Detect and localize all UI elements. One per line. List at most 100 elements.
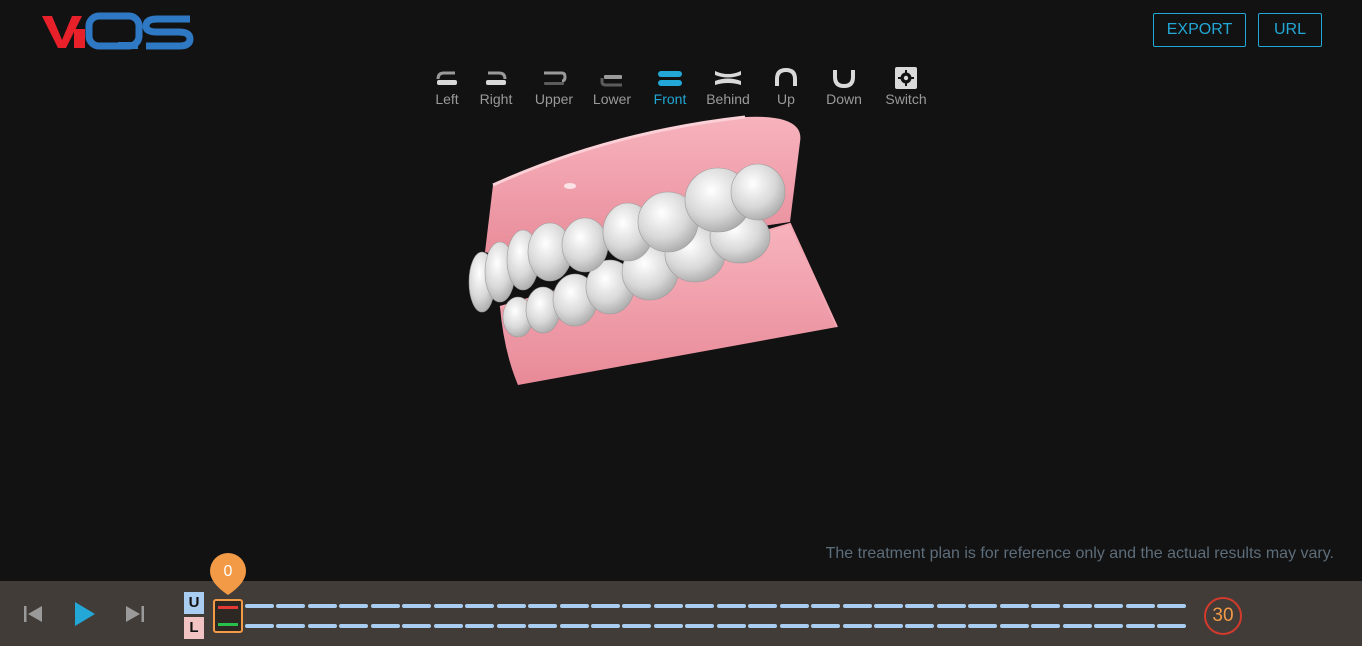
stage-segment[interactable] bbox=[433, 624, 463, 628]
stage-segment[interactable] bbox=[653, 624, 683, 628]
stage-segment[interactable] bbox=[1125, 604, 1155, 608]
stage-segment[interactable] bbox=[968, 604, 998, 608]
view-down-button[interactable]: Down bbox=[815, 66, 873, 112]
stage-segment[interactable] bbox=[245, 624, 274, 628]
stage-segment[interactable] bbox=[811, 604, 841, 608]
view-upper-label: Upper bbox=[534, 91, 574, 107]
stage-segment[interactable] bbox=[936, 604, 966, 608]
stage-segment[interactable] bbox=[1157, 604, 1186, 608]
upper-view-icon bbox=[540, 66, 568, 90]
stage-segment[interactable] bbox=[528, 604, 558, 608]
stage-segment[interactable] bbox=[1094, 604, 1124, 608]
stage-segment[interactable] bbox=[842, 624, 872, 628]
next-stage-button[interactable] bbox=[121, 599, 149, 629]
stage-segment[interactable] bbox=[874, 624, 903, 628]
stage-segment[interactable] bbox=[496, 604, 526, 608]
view-switch-button[interactable]: Switch bbox=[873, 66, 939, 112]
current-stage-marker[interactable] bbox=[213, 599, 243, 633]
stage-segment[interactable] bbox=[496, 624, 526, 628]
vios-logo bbox=[42, 12, 194, 50]
stage-segment[interactable] bbox=[276, 624, 306, 628]
stage-segment[interactable] bbox=[559, 624, 589, 628]
stage-segment[interactable] bbox=[307, 624, 337, 628]
left-view-icon bbox=[433, 66, 461, 90]
stage-segment[interactable] bbox=[370, 604, 400, 608]
view-behind-label: Behind bbox=[706, 91, 750, 107]
stage-segment[interactable] bbox=[1031, 604, 1061, 608]
stage-segment[interactable] bbox=[1125, 624, 1155, 628]
stage-segment[interactable] bbox=[1157, 624, 1186, 628]
right-view-icon bbox=[482, 66, 510, 90]
down-view-icon bbox=[830, 66, 858, 90]
stage-segment[interactable] bbox=[779, 624, 809, 628]
lower-stage-track[interactable] bbox=[245, 624, 1188, 628]
export-button[interactable]: EXPORT bbox=[1153, 13, 1246, 47]
lower-stage-indicator bbox=[218, 623, 238, 626]
behind-view-icon bbox=[714, 66, 742, 90]
stage-segment[interactable] bbox=[245, 604, 274, 608]
stage-segment[interactable] bbox=[433, 604, 463, 608]
stage-segment[interactable] bbox=[465, 624, 495, 628]
stage-segment[interactable] bbox=[716, 624, 746, 628]
view-front-label: Front bbox=[653, 91, 687, 107]
stage-segment[interactable] bbox=[276, 604, 306, 608]
stage-segment[interactable] bbox=[339, 604, 369, 608]
stage-segment[interactable] bbox=[370, 624, 400, 628]
stage-segment[interactable] bbox=[528, 624, 558, 628]
stage-segment[interactable] bbox=[999, 624, 1029, 628]
upper-jaw-label: U bbox=[184, 592, 204, 614]
stage-segment[interactable] bbox=[936, 624, 966, 628]
stage-segment[interactable] bbox=[748, 604, 778, 608]
view-lower-button[interactable]: Lower bbox=[583, 66, 641, 112]
skip-back-icon bbox=[24, 606, 42, 622]
stage-segment[interactable] bbox=[685, 604, 715, 608]
stage-segment[interactable] bbox=[402, 604, 432, 608]
stage-segment[interactable] bbox=[622, 624, 652, 628]
stage-segment[interactable] bbox=[339, 624, 369, 628]
stage-segment[interactable] bbox=[1062, 624, 1092, 628]
previous-stage-button[interactable] bbox=[19, 599, 47, 629]
total-stages-badge[interactable]: 30 bbox=[1204, 597, 1242, 635]
stage-segment[interactable] bbox=[811, 624, 841, 628]
stage-segment[interactable] bbox=[1062, 604, 1092, 608]
view-up-label: Up bbox=[777, 91, 795, 107]
stage-segment[interactable] bbox=[999, 604, 1029, 608]
view-right-button[interactable]: Right bbox=[467, 66, 525, 112]
view-behind-button[interactable]: Behind bbox=[699, 66, 757, 112]
stage-segment[interactable] bbox=[590, 604, 620, 608]
view-up-button[interactable]: Up bbox=[757, 66, 815, 112]
stage-segment[interactable] bbox=[905, 604, 935, 608]
play-button[interactable] bbox=[70, 599, 98, 629]
stage-segment[interactable] bbox=[559, 604, 589, 608]
view-upper-button[interactable]: Upper bbox=[525, 66, 583, 112]
stage-segment[interactable] bbox=[842, 604, 872, 608]
stage-segment[interactable] bbox=[622, 604, 652, 608]
stage-segment[interactable] bbox=[905, 624, 935, 628]
stage-segment[interactable] bbox=[685, 624, 715, 628]
view-front-button[interactable]: Front bbox=[641, 66, 699, 112]
stage-segment[interactable] bbox=[716, 604, 746, 608]
stage-segment[interactable] bbox=[307, 604, 337, 608]
stage-segment[interactable] bbox=[590, 624, 620, 628]
dental-model-viewport[interactable] bbox=[460, 112, 850, 392]
stage-segment[interactable] bbox=[465, 604, 495, 608]
stage-segment[interactable] bbox=[748, 624, 778, 628]
stage-segment[interactable] bbox=[779, 604, 809, 608]
stage-segment[interactable] bbox=[402, 624, 432, 628]
timeline-bar bbox=[0, 581, 1362, 646]
stage-segment[interactable] bbox=[968, 624, 998, 628]
upper-stage-indicator bbox=[218, 606, 238, 609]
view-left-button[interactable]: Left bbox=[427, 66, 467, 112]
current-stage-pin[interactable]: 0 bbox=[208, 551, 248, 597]
play-icon bbox=[75, 602, 95, 626]
stage-segment[interactable] bbox=[874, 604, 903, 608]
stage-segment[interactable] bbox=[1094, 624, 1124, 628]
stage-segment[interactable] bbox=[653, 604, 683, 608]
url-button[interactable]: URL bbox=[1258, 13, 1322, 47]
current-stage-number: 0 bbox=[223, 563, 233, 580]
upper-stage-track[interactable] bbox=[245, 604, 1188, 608]
view-toolbar: Left Right Upper Lower Front Behind Up D… bbox=[427, 66, 939, 112]
stage-segment[interactable] bbox=[1031, 624, 1061, 628]
disclaimer-text: The treatment plan is for reference only… bbox=[825, 545, 1334, 562]
skip-forward-icon bbox=[126, 606, 144, 622]
